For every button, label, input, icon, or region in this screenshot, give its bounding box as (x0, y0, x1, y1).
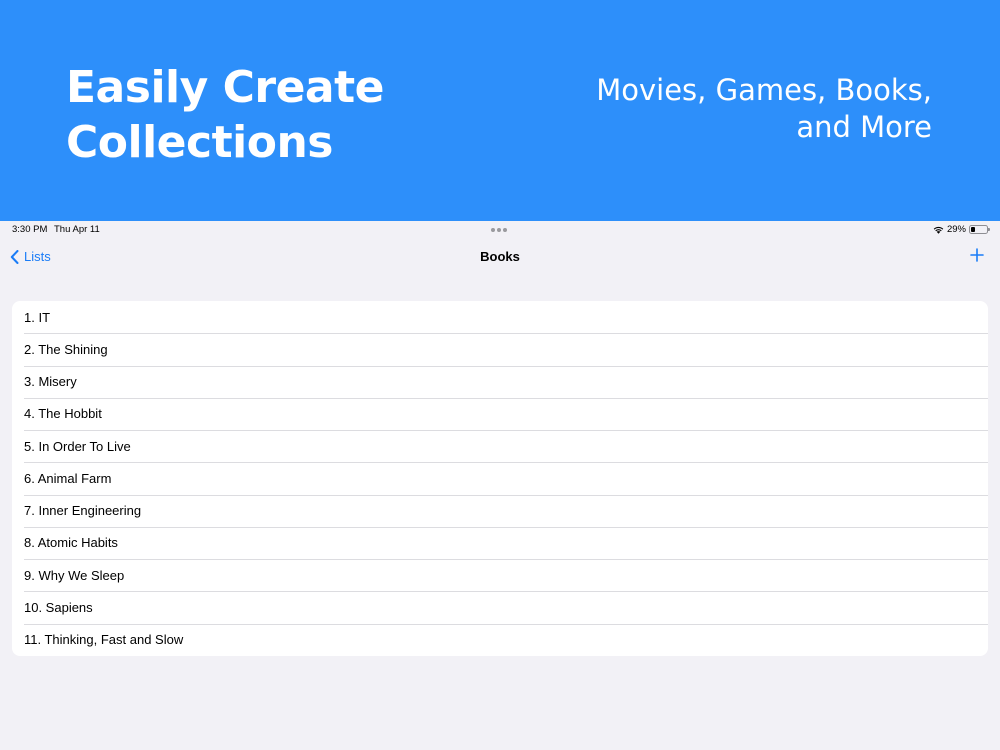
list-item[interactable]: 11. Thinking, Fast and Slow (12, 623, 988, 656)
books-list: 1. IT 2. The Shining 3. Misery 4. The Ho… (12, 301, 988, 656)
back-button[interactable]: Lists (10, 249, 51, 264)
battery-percent: 29% (946, 224, 966, 235)
add-item-button[interactable] (970, 248, 984, 267)
wifi-icon (933, 226, 944, 234)
promo-banner: Easily Create Collections Movies, Games,… (0, 0, 1000, 221)
list-item[interactable]: 7. Inner Engineering (12, 494, 988, 527)
multitasking-dots-icon[interactable] (491, 228, 507, 232)
promo-subtitle-line: and More (796, 110, 932, 144)
list-item[interactable]: 8. Atomic Habits (12, 526, 988, 559)
battery-level (971, 227, 975, 232)
list-item[interactable]: 4. The Hobbit (12, 397, 988, 430)
device-screen: 3:30 PM Thu Apr 11 29% Lists Books 1. IT… (0, 221, 1000, 750)
list-item[interactable]: 2. The Shining (12, 333, 988, 365)
navigation-bar: Lists Books (0, 243, 1000, 273)
page-title: Books (480, 249, 520, 264)
status-bar: 3:30 PM Thu Apr 11 29% (0, 221, 1000, 239)
list-item[interactable]: 5. In Order To Live (12, 430, 988, 462)
list-item[interactable]: 9. Why We Sleep (12, 559, 988, 591)
promo-subtitle-line: Movies, Games, Books, (596, 73, 932, 107)
list-item[interactable]: 1. IT (12, 301, 988, 333)
plus-icon (970, 248, 984, 262)
promo-subtitle: Movies, Games, Books, and More (596, 72, 932, 146)
status-time: 3:30 PM (12, 224, 48, 235)
promo-headline-line: Easily Create (66, 62, 385, 113)
list-item[interactable]: 3. Misery (12, 365, 988, 398)
promo-headline-line: Collections (66, 117, 333, 168)
status-date: Thu Apr 11 (54, 224, 100, 235)
back-button-label: Lists (24, 249, 51, 264)
chevron-left-icon (10, 249, 19, 264)
battery-icon (969, 225, 990, 234)
list-item[interactable]: 10. Sapiens (12, 591, 988, 623)
promo-headline: Easily Create Collections (66, 60, 385, 170)
status-indicators: 29% (933, 224, 990, 235)
list-item[interactable]: 6. Animal Farm (12, 462, 988, 494)
